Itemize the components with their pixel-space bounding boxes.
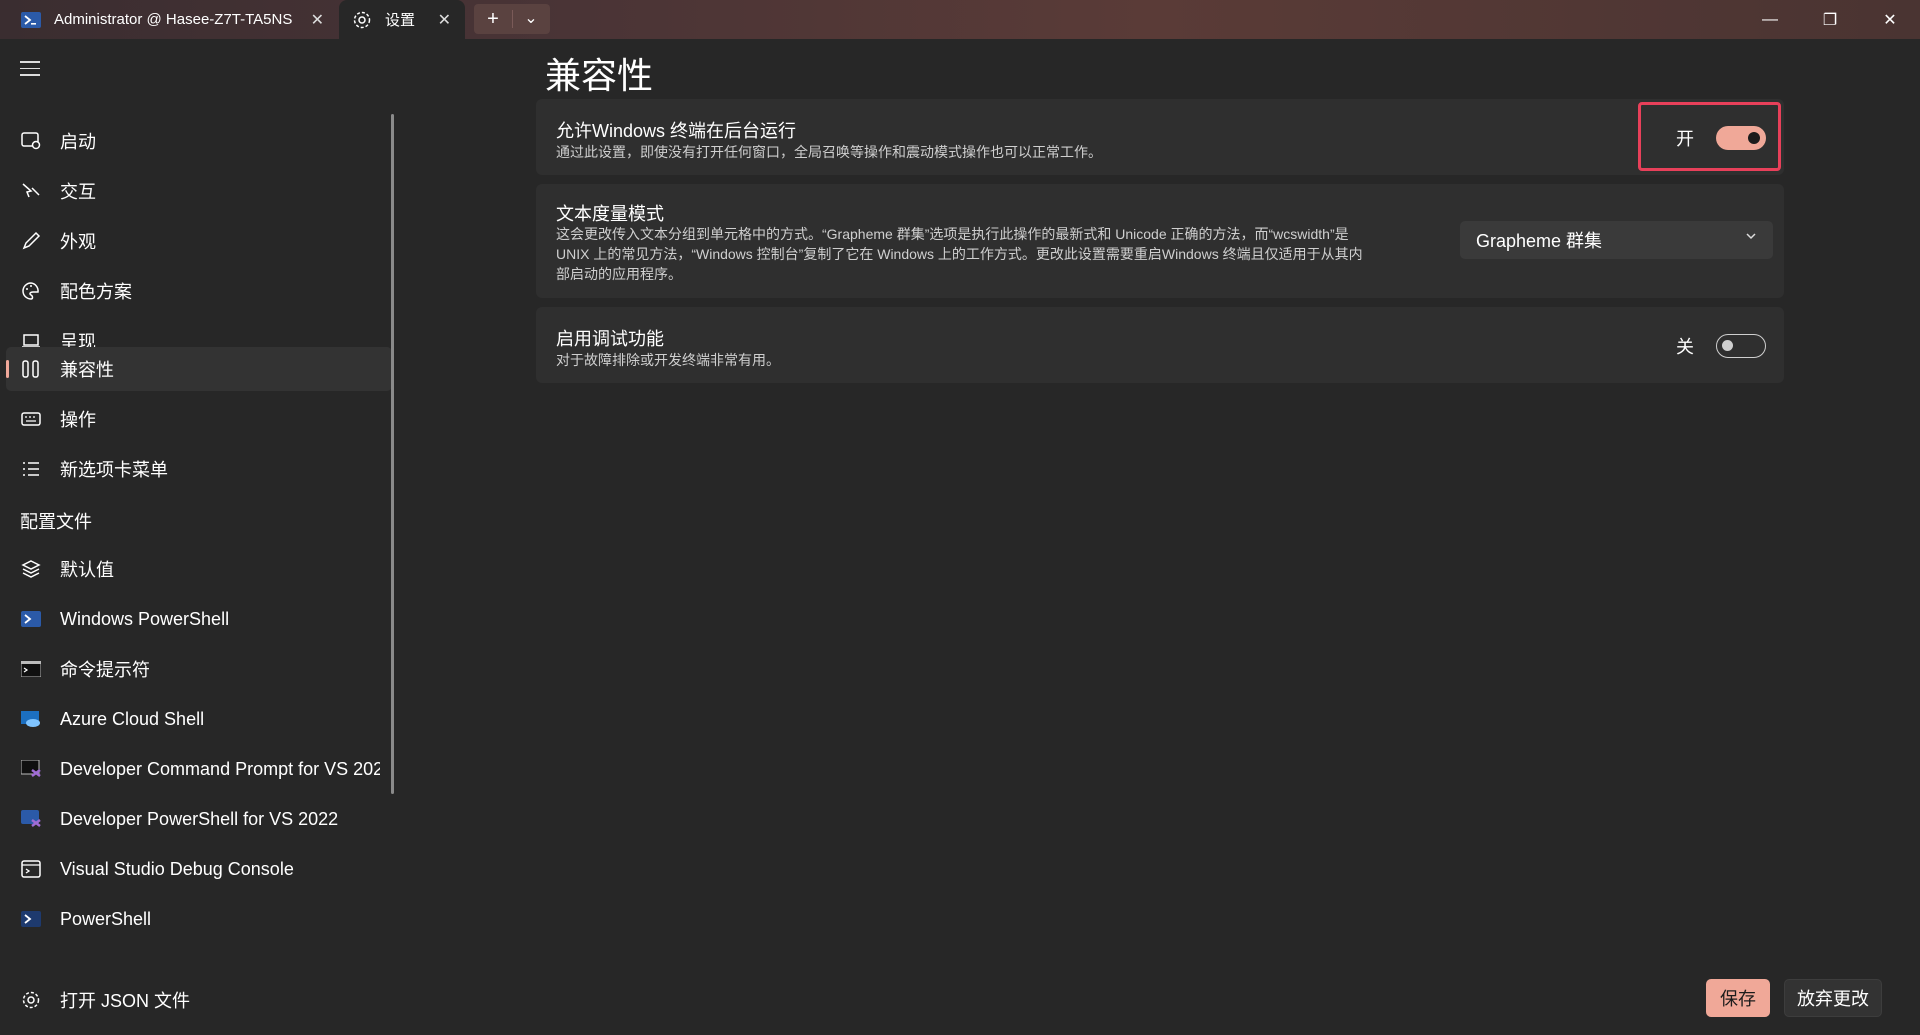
interaction-icon [20,180,42,202]
debug-toggle[interactable] [1716,334,1766,358]
sidebar-item-defaults[interactable]: 默认值 [6,547,392,591]
sidebar-item-azure-cloud-shell[interactable]: Azure Cloud Shell [6,697,392,741]
sidebar-item-interaction[interactable]: 交互 [6,169,392,213]
sidebar-item-vs-debug-console[interactable]: Visual Studio Debug Console [6,847,392,891]
list-icon [20,458,42,480]
new-tab-group: + ⌄ [474,4,550,34]
tab-title: 设置 [385,12,416,29]
gear-icon [351,9,373,31]
bottom-bar: 打开 JSON 文件 保存 放弃更改 [0,963,1920,1035]
sidebar-item-compatibility[interactable]: 兼容性 [6,347,392,391]
sidebar-item-actions[interactable]: 操作 [6,397,392,441]
save-button[interactable]: 保存 [1706,979,1770,1017]
sidebar-item-new-tab-menu[interactable]: 新选项卡菜单 [6,447,392,491]
text-measurement-dropdown[interactable]: Grapheme 群集 [1460,221,1773,259]
hamburger-menu-icon[interactable] [20,61,40,81]
setting-title: 文本度量模式 [556,204,664,224]
sidebar-item-command-prompt[interactable]: 命令提示符 [6,647,392,691]
sidebar-scrollbar[interactable] [391,114,394,794]
tab-settings[interactable]: 设置 ✕ [339,0,465,39]
sidebar-item-label: 外观 [60,232,96,252]
sidebar-item-label: Developer Command Prompt for VS 2022 [60,758,380,779]
sidebar-item-label: 交互 [60,182,96,202]
sidebar-item-label: 操作 [60,410,96,430]
sidebar-item-label: 配色方案 [60,282,132,302]
setting-title: 启用调试功能 [556,329,664,349]
sidebar-item-dev-powershell[interactable]: Developer PowerShell for VS 2022 [6,797,392,841]
open-json-button[interactable]: 打开 JSON 文件 [20,987,190,1013]
tab-terminal[interactable]: Administrator @ Hasee-Z7T-TA5NS ✕ [0,0,338,39]
setting-description-line: 部启动的应用程序。 [556,266,682,282]
sidebar-item-windows-powershell[interactable]: Windows PowerShell [6,597,392,641]
dropdown-value: Grapheme 群集 [1476,231,1603,251]
sidebar-item-label: 新选项卡菜单 [60,460,168,480]
sidebar-item-label: Developer PowerShell for VS 2022 [60,808,339,829]
sidebar-item-powershell[interactable]: PowerShell [6,897,392,941]
powershell-icon [20,908,42,930]
powershell-icon [20,608,42,630]
sidebar-item-label: 默认值 [60,560,114,580]
sidebar-item-launch[interactable]: 启动 [6,119,392,163]
setting-description-line: UNIX 上的常见方法，“Windows 控制台”复制了它在 Windows 上… [556,246,1363,262]
sidebar-item-label: 兼容性 [60,360,114,380]
layers-icon [20,558,42,580]
sidebar-item-label: 启动 [60,132,96,152]
sidebar-item-label: Azure Cloud Shell [60,708,205,729]
debug-toggle-group: 关 [1676,333,1766,359]
discard-changes-button[interactable]: 放弃更改 [1784,979,1882,1017]
compatibility-icon [20,358,42,380]
setting-description: 通过此设置，即使没有打开任何窗口，全局召唤等操作和震动模式操作也可以正常工作。 [556,144,1102,160]
close-tab-icon[interactable]: ✕ [438,10,451,30]
highlight-box [1638,102,1781,171]
page-title: 兼容性 [545,55,654,96]
toggle-state-label: 关 [1676,337,1694,357]
title-bar: Administrator @ Hasee-Z7T-TA5NS ✕ 设置 ✕ +… [0,0,1920,39]
palette-icon [20,280,42,302]
vs-powershell-icon [20,808,42,830]
close-window-button[interactable]: ✕ [1860,0,1920,39]
minimize-button[interactable]: — [1740,0,1800,39]
keyboard-icon [20,408,42,430]
sidebar-item-label: 命令提示符 [60,660,150,680]
chevron-down-icon [1745,230,1757,242]
powershell-icon [20,9,42,31]
new-tab-button[interactable]: + [474,4,512,34]
cmd-icon [20,658,42,680]
setting-description-line: 这会更改传入文本分组到单元格中的方式。“Grapheme 群集”选项是执行此操作… [556,226,1349,242]
tab-dropdown-button[interactable]: ⌄ [512,4,550,34]
profiles-section-header: 配置文件 [20,512,92,532]
sidebar-item-label: Visual Studio Debug Console [60,858,294,879]
sidebar-item-color-schemes[interactable]: 配色方案 [6,269,392,313]
launch-icon [20,130,42,152]
close-tab-icon[interactable]: ✕ [311,10,324,30]
open-json-label: 打开 JSON 文件 [60,991,191,1011]
setting-card-background: 允许Windows 终端在后台运行 通过此设置，即使没有打开任何窗口，全局召唤等… [536,99,1784,175]
maximize-button[interactable]: ❐ [1800,0,1860,39]
setting-card-debug: 启用调试功能 对于故障排除或开发终端非常有用。 关 [536,307,1784,383]
brush-icon [20,230,42,252]
sidebar-item-appearance[interactable]: 外观 [6,219,392,263]
sidebar-item-label: Windows PowerShell [60,608,230,629]
setting-description: 对于故障排除或开发终端非常有用。 [556,352,780,368]
sidebar-item-dev-command-prompt[interactable]: Developer Command Prompt for VS 2022 [6,747,392,791]
sidebar-item-label: PowerShell [60,908,152,929]
vs-cmd-icon [20,758,42,780]
setting-title: 允许Windows 终端在后台运行 [556,121,797,141]
gear-icon [20,989,42,1011]
tab-title: Administrator @ Hasee-Z7T-TA5NS [54,11,293,28]
sidebar: 启动 交互 外观 配色方案 呈现 兼容性 操作 新选项卡菜单 配置文件 默认值 … [0,39,400,1035]
azure-icon [20,708,42,730]
debug-console-icon [20,858,42,880]
